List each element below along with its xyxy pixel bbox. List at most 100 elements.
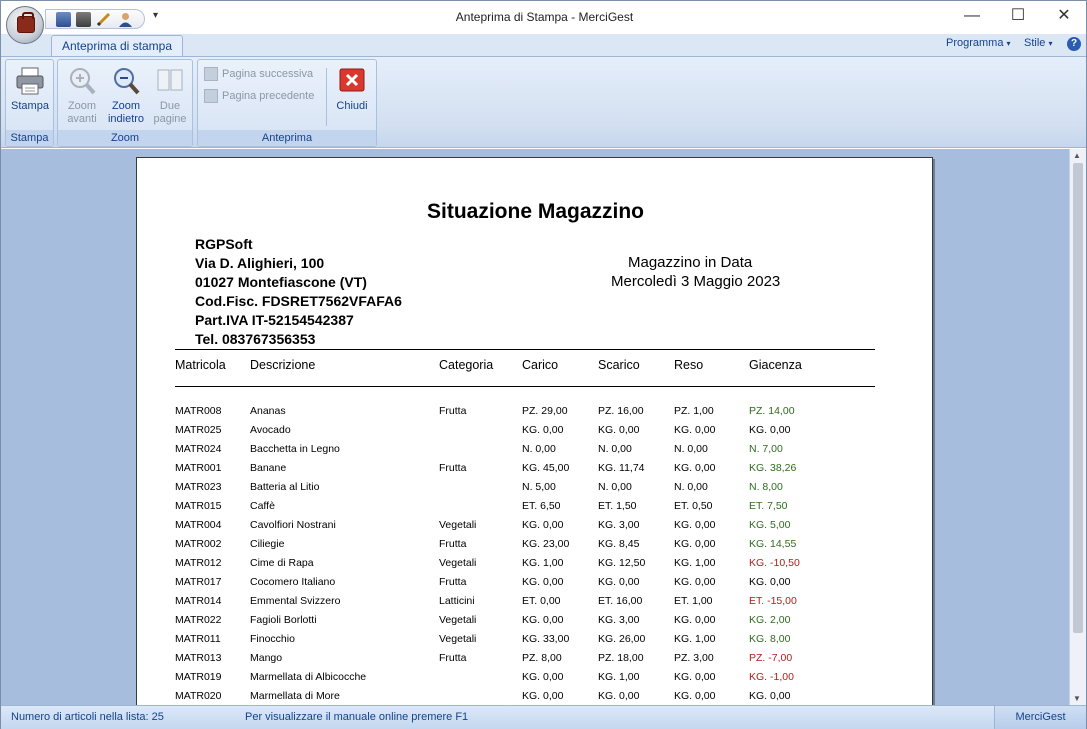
cell-descrizione: Batteria al Litio [250,481,320,493]
close-button[interactable]: ✕ [1041,1,1087,33]
stampa-button[interactable]: Stampa [8,62,52,128]
column-header-scarico: Scarico [598,358,640,372]
cell-scarico: KG. 3,00 [598,519,640,531]
table-row: MATR017 Cocomero Italiano Frutta KG. 0,00 KG… [137,576,934,595]
cell-reso: KG. 0,00 [674,462,716,474]
table-row: MATR012 Cime di Rapa Vegetali KG. 1,00 KG. 1… [137,557,934,576]
column-header-giacenza: Giacenza [749,358,802,372]
cell-scarico: PZ. 18,00 [598,652,644,664]
app-menu-button[interactable] [6,6,44,44]
archive-icon[interactable] [56,12,71,27]
cell-descrizione: Caffè [250,500,275,512]
company-codfisc: Cod.Fisc. FDSRET7562VFAFA6 [195,293,402,309]
pagina-successiva-label: Pagina successiva [222,68,314,80]
user-icon[interactable] [118,12,133,27]
zoom-indietro-label-1: Zoom [111,100,141,112]
pencil-icon[interactable] [96,12,111,27]
cell-categoria: Frutta [439,652,467,664]
cell-carico: PZ. 8,00 [522,652,562,664]
zoom-avanti-label-2: avanti [67,113,97,125]
cell-giacenza: KG. 8,00 [749,633,791,645]
cell-reso: N. 0,00 [674,481,708,493]
due-pagine-button[interactable]: Due pagine [148,62,192,128]
ribbon-tab-row: Anteprima di stampa Programma ▾ Stile ▾ … [1,34,1086,57]
group-zoom: Zoom avanti Zoom indietro Due pagine Zoo… [57,59,193,147]
cell-matricola: MATR020 [175,690,222,702]
cell-categoria: Frutta [439,462,467,474]
company-piva: Part.IVA IT-52154542387 [195,312,354,328]
group-stampa: Stampa Stampa [5,59,54,147]
cell-descrizione: Cime di Rapa [250,557,314,569]
stile-menu[interactable]: Stile ▾ [1024,37,1052,49]
cell-reso: KG. 0,00 [674,671,716,683]
cell-carico: KG. 23,00 [522,538,570,550]
help-icon[interactable]: ? [1067,37,1081,51]
zoom-indietro-label-2: indietro [107,113,145,125]
cell-reso: KG. 1,00 [674,633,716,645]
briefcase-icon [17,12,35,33]
zoom-avanti-label-1: Zoom [67,100,97,112]
table-row: MATR014 Emmental Svizzero Latticini ET. 0,0… [137,595,934,614]
cell-giacenza: N. 8,00 [749,481,783,493]
pagina-precedente-label: Pagina precedente [222,90,315,102]
cell-matricola: MATR024 [175,443,222,455]
table-row: MATR020 Marmellata di More KG. 0,00 KG. 0,0… [137,690,934,705]
pagina-precedente-button[interactable]: Pagina precedente [204,87,314,105]
cell-descrizione: Cavolfiori Nostrani [250,519,336,531]
due-pagine-label-1: Due [159,100,181,112]
cell-matricola: MATR014 [175,595,222,607]
cell-carico: ET. 6,50 [522,500,561,512]
group-separator [326,68,327,126]
tab-anteprima-di-stampa[interactable]: Anteprima di stampa [51,35,183,57]
report-date: Mercoledì 3 Maggio 2023 [611,273,781,290]
cell-categoria: Frutta [439,576,467,588]
cell-descrizione: Banane [250,462,287,474]
table-row: MATR024 Bacchetta in Legno N. 0,00 N. 0,00 N… [137,443,934,462]
cell-categoria: Vegetali [439,519,477,531]
title-bar: Anteprima di Stampa - MerciGest ▾ — ☐ ✕ [1,1,1086,34]
vertical-scrollbar[interactable]: ▲ ▼ [1069,149,1086,705]
cell-giacenza: KG. 38,26 [749,462,797,474]
scrollbar-thumb[interactable] [1073,163,1083,633]
cell-scarico: KG. 26,00 [598,633,646,645]
document-icon[interactable] [76,12,91,27]
minimize-button[interactable]: — [949,1,995,33]
cell-reso: KG. 0,00 [674,576,716,588]
zoom-in-icon [66,65,98,97]
cell-carico: KG. 0,00 [522,576,564,588]
programma-menu[interactable]: Programma ▾ [946,37,1011,49]
table-row: MATR011 Finocchio Vegetali KG. 33,00 KG. 26,… [137,633,934,652]
cell-categoria: Latticini [439,595,475,607]
table-row: MATR004 Cavolfiori Nostrani Vegetali KG. 0,… [137,519,934,538]
pagina-successiva-button[interactable]: Pagina successiva [204,65,313,83]
zoom-indietro-button[interactable]: Zoom indietro [104,62,148,128]
maximize-button[interactable]: ☐ [995,1,1041,33]
status-help-hint: Per visualizzare il manuale online preme… [245,711,469,723]
cell-scarico: KG. 11,74 [598,462,645,474]
zoom-avanti-button[interactable]: Zoom avanti [60,62,104,128]
qat-dropdown-icon[interactable]: ▾ [153,10,158,21]
table-row: MATR013 Mango Frutta PZ. 8,00 PZ. 18,00 PZ. 3… [137,652,934,671]
cell-matricola: MATR017 [175,576,222,588]
chiudi-button[interactable]: Chiudi [330,62,374,128]
cell-carico: N. 5,00 [522,481,556,493]
scroll-down-icon[interactable]: ▼ [1073,694,1081,703]
cell-categoria: Vegetali [439,614,477,626]
cell-carico: KG. 0,00 [522,690,564,702]
table-row: MATR001 Banane Frutta KG. 45,00 KG. 11,74 KG.… [137,462,934,481]
scroll-up-icon[interactable]: ▲ [1073,151,1081,160]
cell-scarico: KG. 3,00 [598,614,640,626]
column-header-carico: Carico [522,358,559,372]
cell-matricola: MATR008 [175,405,222,417]
cell-categoria: Vegetali [439,633,477,645]
cell-matricola: MATR015 [175,500,222,512]
cell-reso: ET. 0,50 [674,500,713,512]
cell-descrizione: Marmellata di More [250,690,340,702]
quick-access-toolbar [45,9,145,29]
cell-scarico: ET. 16,00 [598,595,643,607]
stile-dropdown-icon: ▾ [1048,39,1053,48]
programma-dropdown-icon: ▾ [1006,39,1011,48]
table-row: MATR023 Batteria al Litio N. 5,00 N. 0,00 N.… [137,481,934,500]
cell-carico: KG. 0,00 [522,519,564,531]
company-tel: Tel. 083767356353 [195,331,316,347]
